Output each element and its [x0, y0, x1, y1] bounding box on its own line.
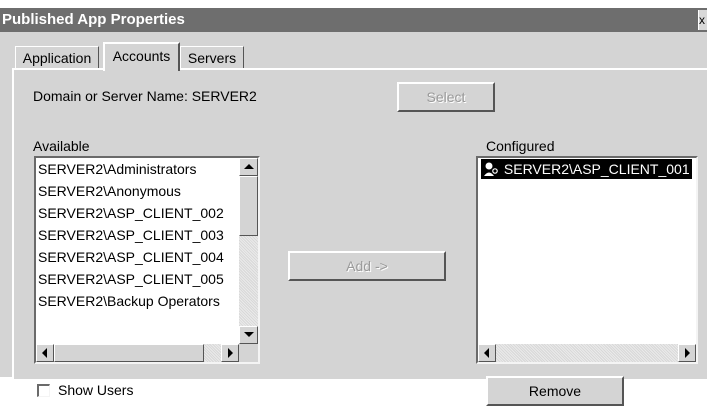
scroll-right-button[interactable] — [678, 344, 696, 362]
select-button[interactable]: Select — [397, 82, 495, 112]
show-users-checkbox[interactable] — [37, 384, 50, 397]
scroll-corner — [239, 344, 258, 362]
properties-dialog: Application Accounts Servers Domain or S… — [0, 32, 707, 406]
scroll-thumb-horizontal[interactable] — [54, 344, 204, 362]
list-item[interactable]: SERVER2\Anonymous — [36, 180, 258, 202]
close-button[interactable]: x — [698, 10, 707, 30]
list-item[interactable]: SERVER2\ASP_CLIENT_002 — [36, 202, 258, 224]
down-arrow-icon — [244, 332, 254, 337]
tab-accounts[interactable]: Accounts — [103, 42, 180, 71]
available-list[interactable]: SERVER2\Administrators SERVER2\Anonymous… — [34, 156, 260, 364]
add-button[interactable]: Add -> — [288, 251, 446, 281]
list-item[interactable]: SERVER2\ASP_CLIENT_005 — [36, 268, 258, 290]
available-items: SERVER2\Administrators SERVER2\Anonymous… — [36, 158, 258, 312]
right-arrow-icon — [228, 348, 233, 358]
list-item[interactable]: SERVER2\Backup Operators — [36, 290, 258, 312]
scroll-up-button[interactable] — [239, 158, 258, 176]
list-item[interactable]: SERVER2\ASP_CLIENT_001 — [478, 158, 696, 180]
list-item[interactable]: SERVER2\ASP_CLIENT_004 — [36, 246, 258, 268]
right-arrow-icon — [685, 348, 690, 358]
scroll-down-button[interactable] — [239, 326, 258, 344]
list-item[interactable]: SERVER2\ASP_CLIENT_003 — [36, 224, 258, 246]
tab-servers[interactable]: Servers — [180, 46, 244, 69]
scroll-thumb[interactable] — [239, 176, 258, 236]
domain-label: Domain or Server Name: SERVER2 — [33, 88, 257, 104]
user-key-icon — [482, 161, 500, 177]
horizontal-scrollbar[interactable] — [36, 344, 239, 362]
left-arrow-icon — [42, 348, 47, 358]
scroll-left-button[interactable] — [478, 344, 496, 362]
scroll-right-button[interactable] — [221, 344, 239, 362]
show-users-label: Show Users — [58, 382, 134, 398]
horizontal-scrollbar[interactable] — [478, 344, 696, 362]
title-bar: Published App Properties x — [0, 8, 707, 32]
accounts-panel: Domain or Server Name: SERVER2 Select Av… — [12, 68, 707, 406]
configured-list[interactable]: SERVER2\ASP_CLIENT_001 — [476, 156, 698, 364]
available-label: Available — [33, 138, 90, 154]
vertical-scrollbar[interactable] — [239, 158, 258, 344]
up-arrow-icon — [244, 164, 254, 169]
scroll-left-button[interactable] — [36, 344, 54, 362]
selected-entry[interactable]: SERVER2\ASP_CLIENT_001 — [481, 159, 692, 179]
configured-label: Configured — [486, 138, 555, 154]
left-arrow-icon — [484, 348, 489, 358]
remove-button[interactable]: Remove — [486, 376, 624, 406]
window-title: Published App Properties — [2, 11, 185, 28]
configured-item-text: SERVER2\ASP_CLIENT_001 — [503, 161, 690, 177]
tab-application[interactable]: Application — [15, 46, 99, 69]
list-item[interactable]: SERVER2\Administrators — [36, 158, 258, 180]
